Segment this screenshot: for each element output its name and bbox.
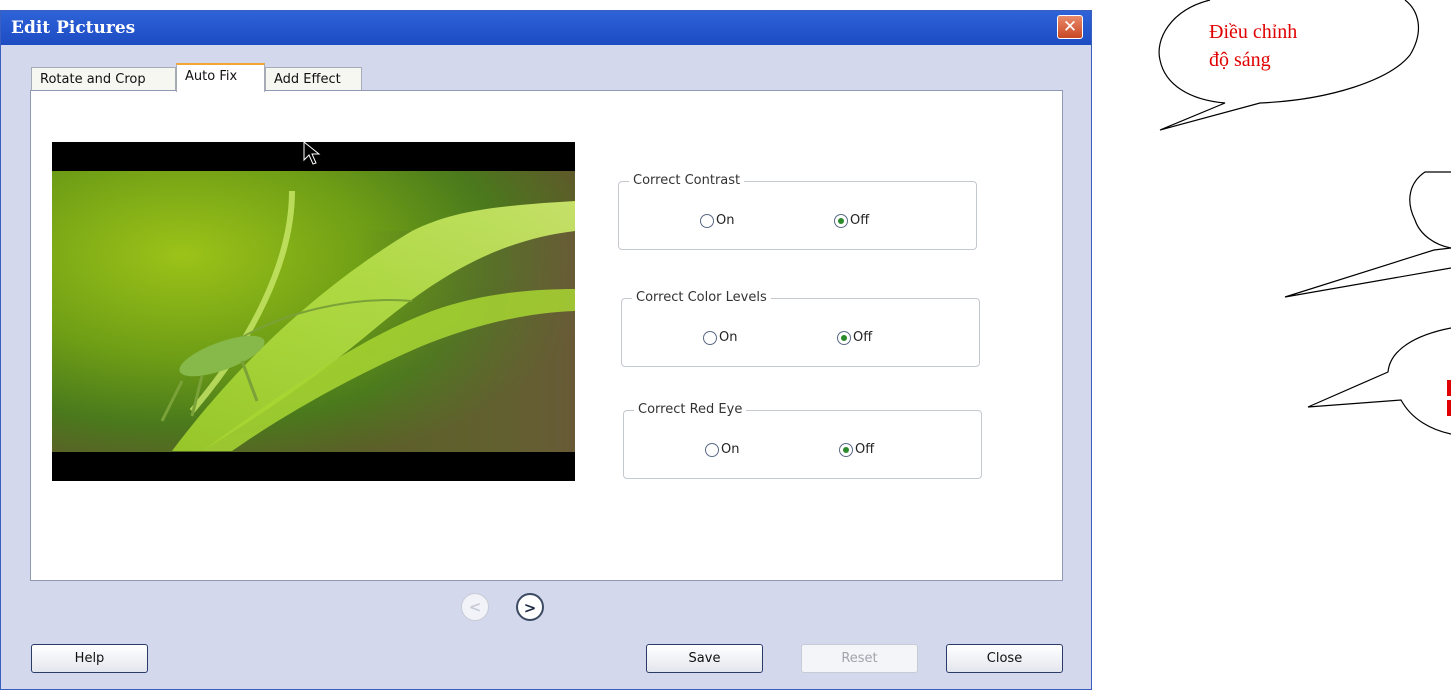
tab-add-effect[interactable]: Add Effect — [265, 67, 362, 91]
radio-label: On — [721, 442, 740, 457]
next-picture-button[interactable]: > — [516, 593, 544, 621]
close-button[interactable]: Close — [946, 644, 1063, 673]
correct-color-levels-group: Correct Color Levels On Off — [621, 290, 980, 367]
callout-bubble-3 — [1307, 327, 1451, 435]
previous-picture-button[interactable]: < — [461, 593, 489, 621]
tab-rotate-and-crop[interactable]: Rotate and Crop — [31, 67, 176, 91]
correct-contrast-legend: Correct Contrast — [629, 173, 745, 188]
radio-unchecked-icon — [703, 330, 717, 345]
callout-3-text-fragment — [1447, 380, 1451, 396]
window-title: Edit Pictures — [11, 18, 136, 38]
radio-label: On — [719, 330, 738, 345]
radio-label: Off — [853, 330, 873, 345]
red-eye-on-radio[interactable]: On — [705, 442, 739, 458]
contrast-on-radio[interactable]: On — [700, 213, 734, 229]
red-eye-off-radio[interactable]: Off — [839, 442, 874, 458]
save-button[interactable]: Save — [646, 644, 763, 673]
edit-pictures-dialog: Edit Pictures ✕ Rotate and Crop Auto Fix… — [0, 10, 1092, 690]
color-levels-off-radio[interactable]: Off — [837, 330, 872, 346]
tab-auto-fix[interactable]: Auto Fix — [176, 63, 265, 92]
radio-unchecked-icon — [705, 442, 719, 457]
correct-contrast-group: Correct Contrast On Off — [618, 173, 977, 250]
radio-label: Off — [850, 213, 870, 228]
title-bar[interactable]: Edit Pictures ✕ — [1, 11, 1091, 45]
window-close-button[interactable]: ✕ — [1057, 15, 1083, 39]
reset-button[interactable]: Reset — [801, 644, 918, 673]
radio-unchecked-icon — [700, 213, 714, 228]
help-button[interactable]: Help — [31, 644, 148, 673]
radio-checked-icon — [837, 330, 851, 345]
callout-text-1: Điều chỉnh độ sáng — [1209, 18, 1297, 74]
callout-bubble-2 — [1409, 171, 1451, 249]
callout-shapes — [1158, 0, 1451, 435]
radio-checked-icon — [834, 213, 848, 228]
radio-label: Off — [855, 442, 875, 457]
auto-fix-panel: Correct Contrast On Off Correct Color Le… — [30, 90, 1063, 581]
callout-line-2: độ sáng — [1209, 49, 1271, 71]
contrast-off-radio[interactable]: Off — [834, 213, 869, 229]
correct-red-eye-legend: Correct Red Eye — [634, 402, 747, 417]
mouse-pointer-icon — [303, 141, 321, 165]
radio-checked-icon — [839, 442, 853, 457]
callout-3-text-fragment — [1447, 400, 1451, 416]
picture-preview — [52, 142, 575, 481]
radio-label: On — [716, 213, 735, 228]
color-levels-on-radio[interactable]: On — [703, 330, 737, 346]
correct-color-levels-legend: Correct Color Levels — [632, 290, 771, 305]
grasshopper-photo — [52, 171, 575, 452]
callout-tail-2 — [1284, 247, 1451, 298]
callout-line-1: Điều chỉnh — [1209, 21, 1298, 43]
correct-red-eye-group: Correct Red Eye On Off — [623, 402, 982, 479]
